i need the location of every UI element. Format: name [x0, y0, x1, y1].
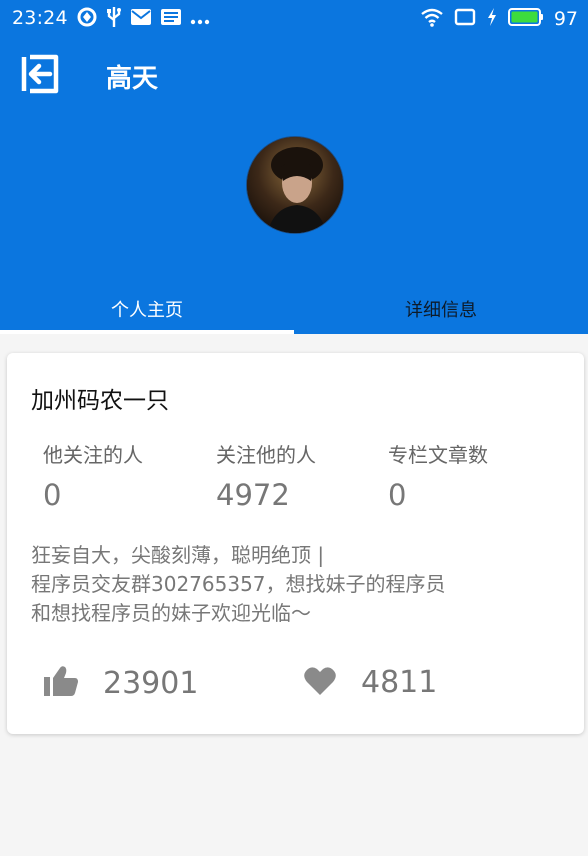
battery-icon: [507, 7, 544, 31]
stat-followers[interactable]: 关注他的人 4972: [216, 439, 316, 512]
tab-profile-label: 个人主页: [111, 300, 183, 321]
back-button[interactable]: [18, 53, 64, 99]
page-title: 高天: [106, 64, 159, 94]
status-time: 23:24: [12, 7, 68, 29]
wifi-icon: [420, 7, 444, 31]
tab-details[interactable]: 详细信息: [294, 284, 588, 334]
tab-bar: 个人主页 详细信息: [0, 284, 588, 334]
mail-icon: [130, 8, 152, 30]
stat-label: 关注他的人: [216, 443, 316, 467]
stat-label: 他关注的人: [43, 443, 143, 467]
avatar[interactable]: [246, 136, 344, 234]
battery-level: 97: [553, 8, 578, 30]
profile-name: 加州码农一只: [31, 388, 169, 414]
usb-icon: [106, 6, 122, 32]
bio-line: 程序员交友群302765357，想找妹子的程序员: [31, 572, 446, 596]
stat-value: 4972: [216, 478, 290, 512]
stat-label: 专栏文章数: [388, 443, 488, 467]
more-icon: [190, 10, 210, 29]
profile-card: 加州码农一只 他关注的人 0 关注他的人 4972 专栏文章数 0 狂妄自大，尖…: [7, 353, 584, 734]
stat-articles[interactable]: 专栏文章数 0: [388, 439, 488, 512]
tab-indicator: [0, 330, 294, 334]
charging-icon: [486, 7, 498, 31]
stat-following[interactable]: 他关注的人 0: [43, 439, 143, 512]
notification-icons: [76, 6, 210, 32]
likes-count: 23901: [103, 665, 199, 701]
stat-value: 0: [388, 478, 407, 512]
bio-line: 和想找程序员的妹子欢迎光临～: [31, 601, 311, 625]
favorites-count: 4811: [361, 665, 438, 700]
thumbs-up-icon: [43, 665, 79, 701]
profile-bio: 狂妄自大，尖酸刻薄，聪明绝顶 | 程序员交友群302765357，想找妹子的程序…: [31, 541, 566, 628]
screen-icon: [454, 7, 476, 31]
heart-icon: [303, 666, 337, 700]
favorites-metric[interactable]: 4811: [303, 665, 437, 700]
tab-details-label: 详细信息: [405, 300, 477, 321]
profile-header: 高天 个人主页 详细信息: [0, 38, 588, 334]
likes-metric[interactable]: 23901: [43, 665, 198, 701]
stat-value: 0: [43, 478, 62, 512]
tab-profile[interactable]: 个人主页: [0, 284, 294, 334]
sync-icon: [76, 6, 98, 32]
status-bar: 23:24 97: [0, 0, 588, 38]
back-arrow-icon: [20, 53, 62, 99]
bio-line: 狂妄自大，尖酸刻薄，聪明绝顶 |: [31, 543, 325, 567]
news-icon: [160, 8, 182, 30]
